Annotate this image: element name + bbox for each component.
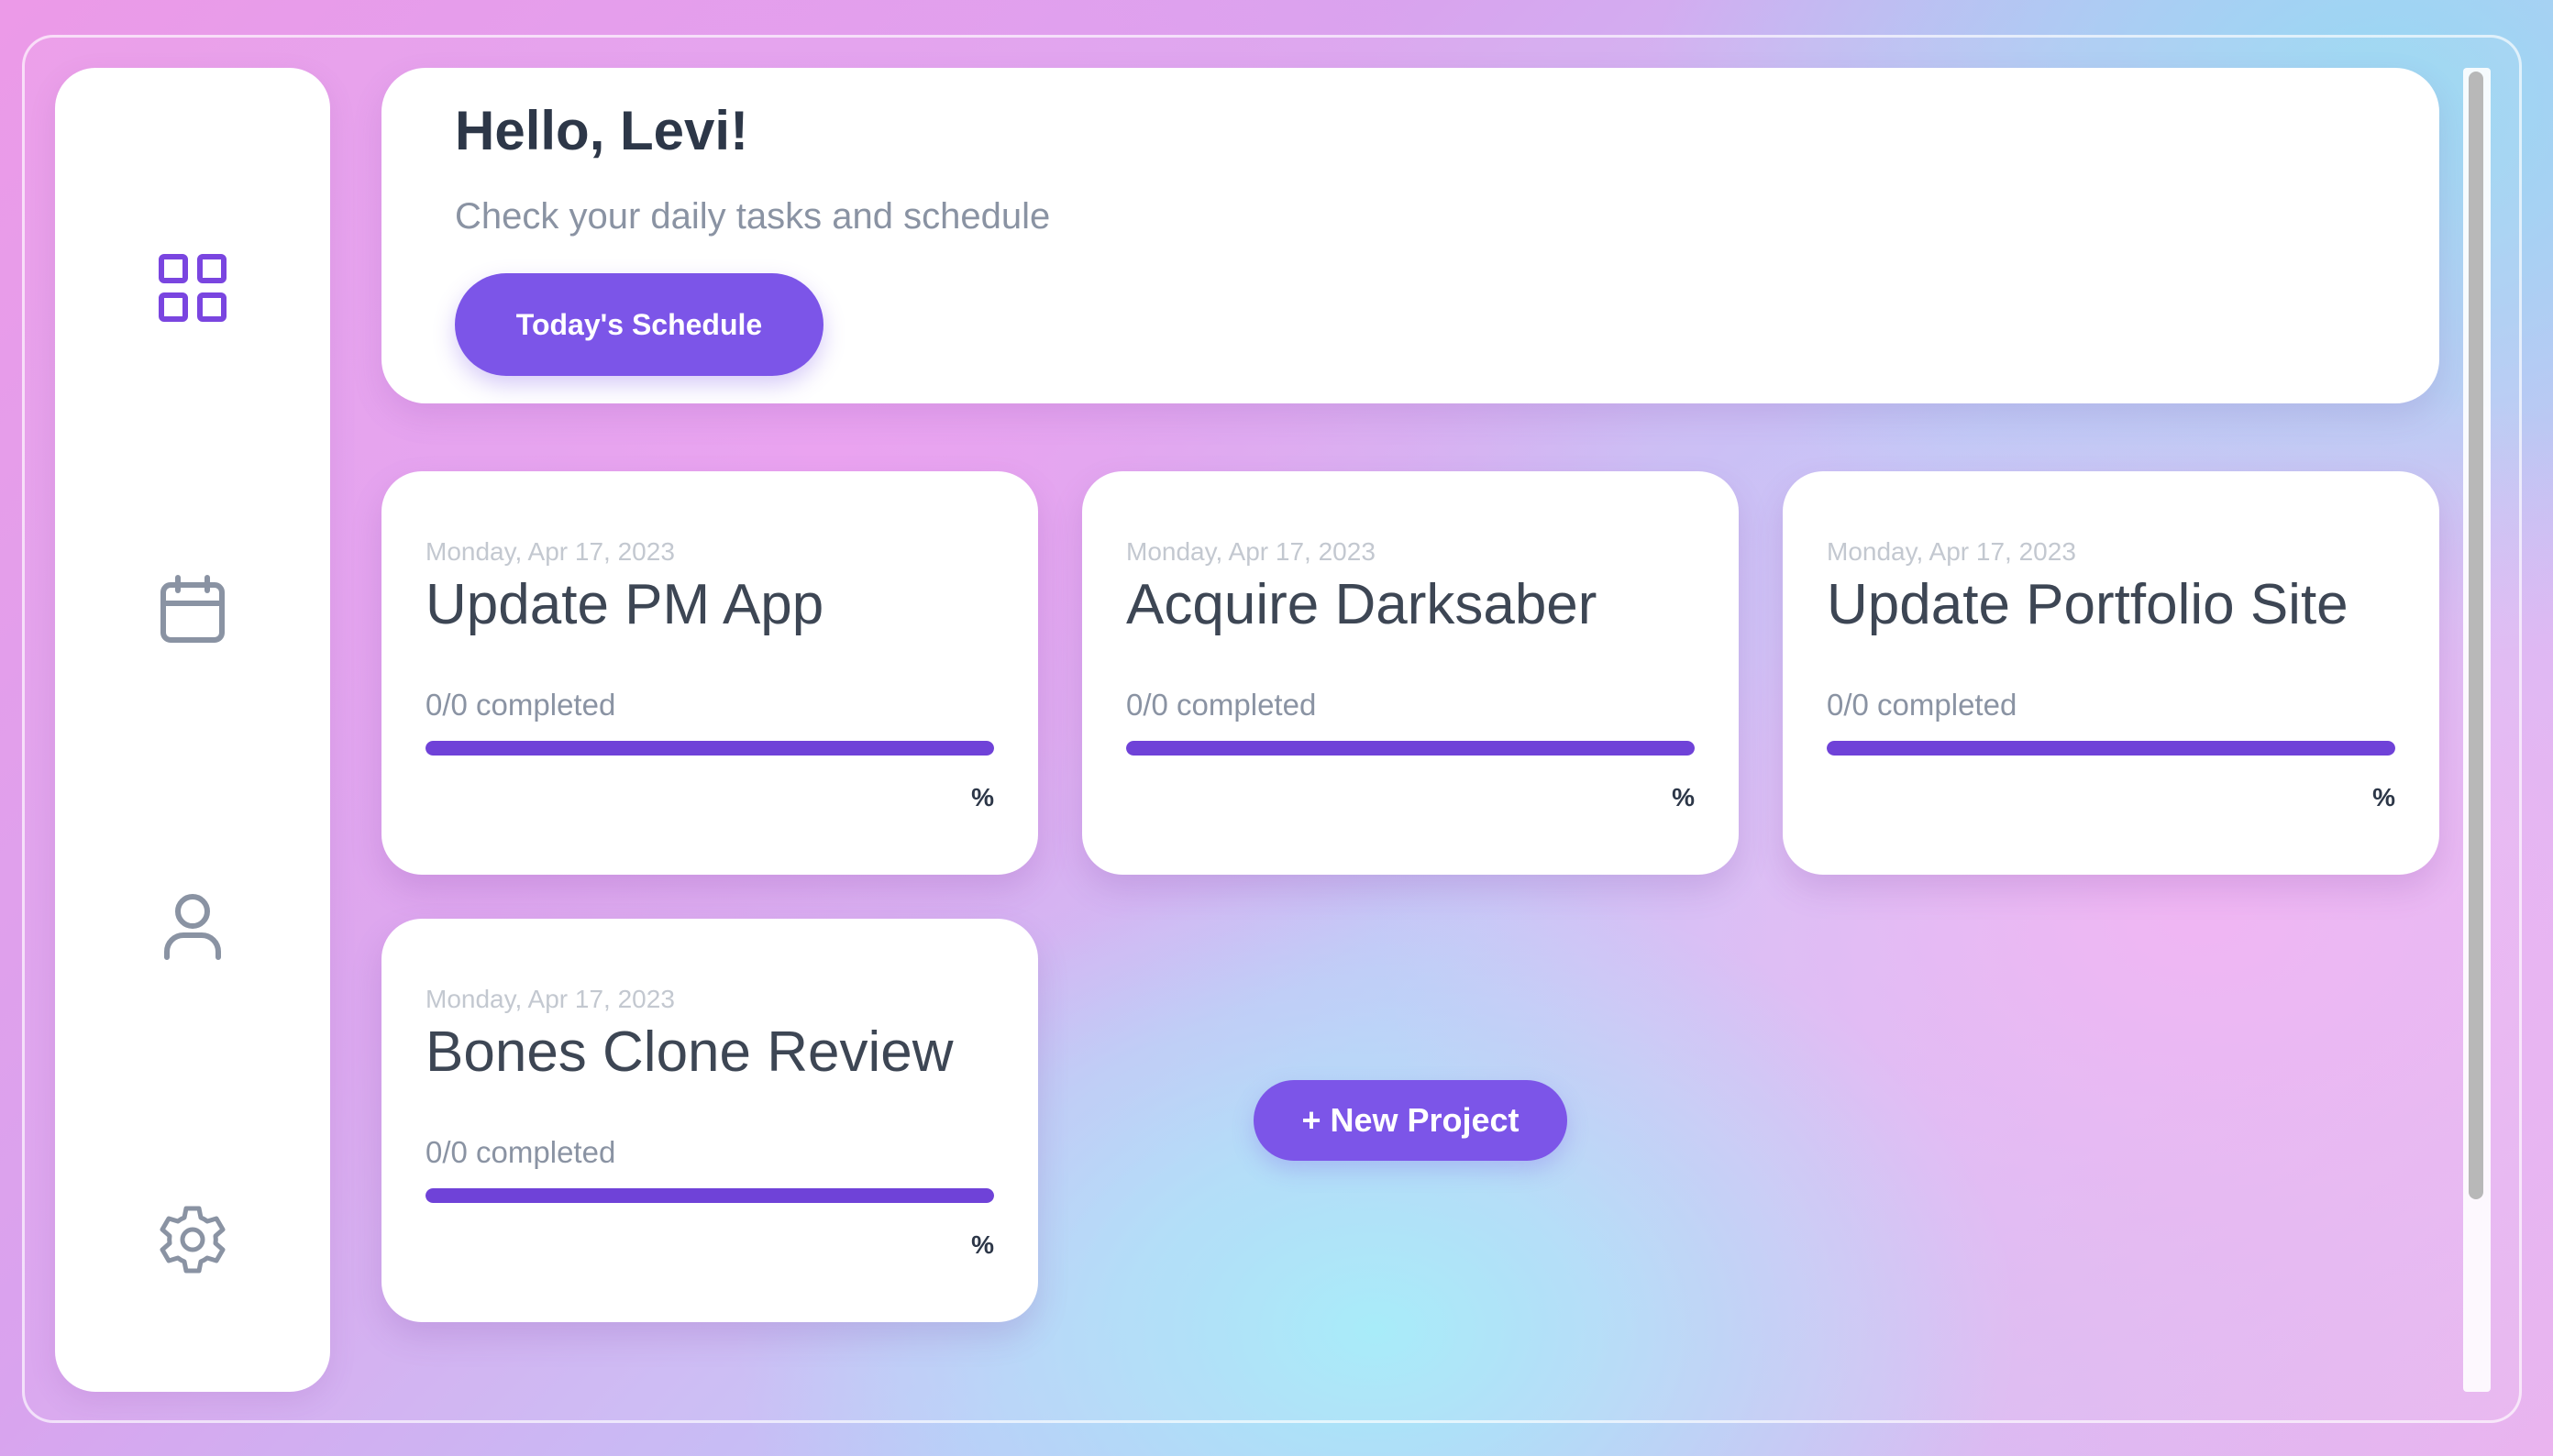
- nav-dashboard[interactable]: [156, 251, 229, 325]
- project-date: Monday, Apr 17, 2023: [426, 537, 675, 566]
- scrollbar-thumb[interactable]: [2469, 72, 2483, 1199]
- scrollbar[interactable]: [2463, 68, 2491, 1392]
- progress-fill: [426, 741, 994, 756]
- progress-bar: [1827, 741, 2395, 756]
- project-card[interactable]: Monday, Apr 17, 2023 Update Portfolio Si…: [1783, 471, 2439, 875]
- todays-schedule-button[interactable]: Today's Schedule: [455, 273, 823, 376]
- progress-percent: %: [971, 783, 994, 811]
- progress-fill: [426, 1188, 994, 1203]
- project-completed-count: 0/0 completed: [426, 688, 616, 722]
- progress-percent: %: [1672, 783, 1695, 811]
- sidebar: [55, 68, 330, 1392]
- project-title: Acquire Darksaber: [1126, 573, 1597, 636]
- calendar-icon: [160, 575, 225, 643]
- project-date: Monday, Apr 17, 2023: [1126, 537, 1376, 566]
- project-completed-count: 0/0 completed: [426, 1135, 616, 1169]
- gear-icon: [160, 1206, 226, 1274]
- project-date: Monday, Apr 17, 2023: [1827, 537, 2076, 566]
- project-title: Update PM App: [426, 573, 824, 636]
- project-title: Update Portfolio Site: [1827, 573, 2349, 636]
- greeting-subtitle: Check your daily tasks and schedule: [455, 196, 1051, 237]
- project-title: Bones Clone Review: [426, 1020, 954, 1084]
- nav-settings[interactable]: [156, 1203, 229, 1276]
- greeting-title: Hello, Levi!: [455, 100, 749, 161]
- greeting-card: Hello, Levi! Check your daily tasks and …: [381, 68, 2439, 403]
- user-icon: [164, 894, 221, 960]
- progress-bar: [1126, 741, 1695, 756]
- nav-profile[interactable]: [156, 889, 229, 963]
- project-card[interactable]: Monday, Apr 17, 2023 Bones Clone Review …: [381, 919, 1038, 1322]
- progress-percent: %: [971, 1230, 994, 1259]
- progress-bar: [426, 741, 994, 756]
- project-date: Monday, Apr 17, 2023: [426, 985, 675, 1013]
- progress-fill: [1827, 741, 2395, 756]
- progress-percent: %: [2372, 783, 2395, 811]
- project-card[interactable]: Monday, Apr 17, 2023 Acquire Darksaber 0…: [1082, 471, 1739, 875]
- grid-icon: [159, 254, 227, 322]
- nav-calendar[interactable]: [156, 572, 229, 645]
- new-project-button[interactable]: + New Project: [1254, 1080, 1567, 1161]
- progress-bar: [426, 1188, 994, 1203]
- project-completed-count: 0/0 completed: [1126, 688, 1317, 722]
- progress-fill: [1126, 741, 1695, 756]
- project-card[interactable]: Monday, Apr 17, 2023 Update PM App 0/0 c…: [381, 471, 1038, 875]
- project-completed-count: 0/0 completed: [1827, 688, 2017, 722]
